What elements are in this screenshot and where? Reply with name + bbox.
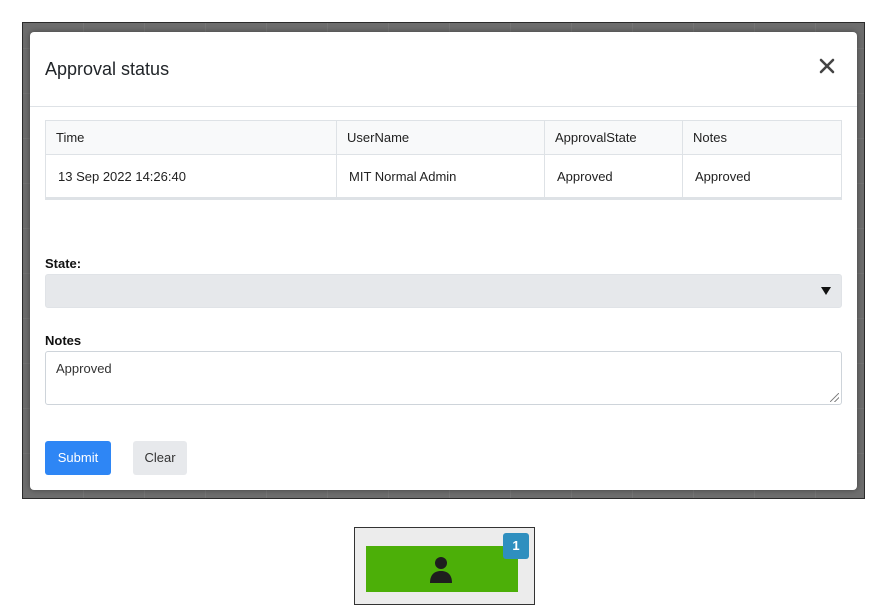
resize-grip-icon[interactable]: [830, 393, 839, 402]
state-label: State:: [45, 256, 82, 271]
approval-status-dialog: Approval status Time UserName ApprovalSt…: [30, 32, 857, 490]
cell-notes: Approved: [682, 154, 842, 199]
dialog-header: Approval status: [30, 32, 857, 107]
notes-value: Approved: [56, 361, 112, 376]
clear-button[interactable]: Clear: [133, 441, 187, 475]
notification-count-badge: 1: [503, 533, 529, 559]
approvals-table: Time UserName ApprovalState Notes 13 Sep…: [45, 120, 842, 200]
cell-username: MIT Normal Admin: [336, 154, 545, 199]
column-header-time: Time: [45, 120, 337, 155]
column-header-approvalstate: ApprovalState: [544, 120, 683, 155]
notes-textarea[interactable]: Approved: [45, 351, 842, 405]
user-widget-frame: 1: [354, 527, 535, 605]
column-header-username: UserName: [336, 120, 545, 155]
table-row: 13 Sep 2022 14:26:40 MIT Normal Admin Ap…: [45, 154, 842, 199]
notes-label: Notes: [45, 333, 82, 348]
state-select[interactable]: [45, 274, 842, 308]
column-header-notes: Notes: [682, 120, 842, 155]
cell-approvalstate: Approved: [544, 154, 683, 199]
user-approval-button[interactable]: [366, 546, 518, 592]
close-button[interactable]: [817, 56, 837, 76]
table-header-row: Time UserName ApprovalState Notes: [45, 120, 842, 155]
dialog-title: Approval status: [45, 59, 170, 79]
caret-down-icon: [821, 287, 831, 295]
person-icon: [430, 557, 452, 583]
screenshot-frame: Approval status Time UserName ApprovalSt…: [22, 22, 865, 499]
submit-button[interactable]: Submit: [45, 441, 111, 475]
cell-time: 13 Sep 2022 14:26:40: [45, 154, 337, 199]
close-icon: [819, 58, 835, 74]
